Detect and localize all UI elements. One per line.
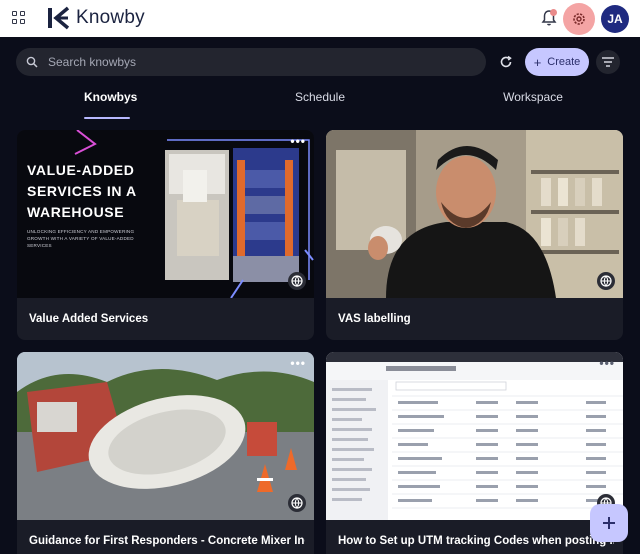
settings-button[interactable] bbox=[563, 3, 595, 35]
knowby-card[interactable]: VALUE-ADDED SERVICES IN A WAREHOUSE UNLO… bbox=[17, 130, 314, 340]
card-title: Guidance for First Responders - Concrete… bbox=[29, 535, 305, 547]
app-logo[interactable]: Knowby bbox=[46, 6, 145, 30]
thumbnail-subtitle: UNLOCKING EFFICIENCY AND EMPOWERING GROW… bbox=[27, 229, 135, 248]
more-icon[interactable]: ••• bbox=[599, 356, 615, 370]
thumbnail-graphic bbox=[326, 352, 623, 520]
card-title: Value Added Services bbox=[29, 313, 149, 325]
more-icon[interactable]: ••• bbox=[290, 356, 306, 370]
active-tab-indicator bbox=[84, 117, 130, 119]
create-label: Create bbox=[547, 56, 581, 68]
tab-workspace[interactable]: Workspace bbox=[500, 90, 566, 104]
filter-button[interactable] bbox=[596, 50, 620, 74]
knowby-card[interactable]: ••• Guidance for First Responders - Conc… bbox=[17, 352, 314, 554]
tab-schedule[interactable]: Schedule bbox=[290, 90, 350, 104]
avatar[interactable]: JA bbox=[601, 5, 629, 33]
knowby-card[interactable]: VAS labelling bbox=[326, 130, 623, 340]
card-thumbnail: VALUE-ADDED SERVICES IN A WAREHOUSE UNLO… bbox=[17, 130, 314, 298]
globe-icon bbox=[288, 494, 306, 512]
refresh-button[interactable] bbox=[494, 50, 518, 74]
knowby-card[interactable]: ••• How to Set up UTM tracking Codes whe… bbox=[326, 352, 623, 554]
plus-icon bbox=[603, 517, 615, 529]
search-bar[interactable] bbox=[16, 48, 486, 76]
card-title: How to Set up UTM tracking Codes when po… bbox=[338, 535, 614, 547]
card-thumbnail bbox=[326, 130, 623, 298]
tab-bar: Knowbys Schedule Workspace bbox=[0, 82, 640, 119]
card-title: VAS labelling bbox=[338, 313, 411, 325]
globe-icon bbox=[597, 272, 615, 290]
card-thumbnail bbox=[326, 352, 623, 520]
thumbnail-graphic bbox=[17, 352, 314, 520]
filter-icon bbox=[602, 57, 614, 67]
more-icon[interactable]: ••• bbox=[290, 134, 306, 148]
apps-grid-icon[interactable] bbox=[12, 11, 26, 25]
tab-knowbys[interactable]: Knowbys bbox=[84, 90, 137, 104]
search-input[interactable] bbox=[48, 55, 468, 69]
globe-icon bbox=[288, 272, 306, 290]
thumbnail-heading: VALUE-ADDED SERVICES IN A WAREHOUSE bbox=[27, 162, 137, 220]
search-icon bbox=[26, 56, 38, 68]
gear-icon bbox=[573, 13, 585, 25]
refresh-icon bbox=[500, 55, 512, 68]
card-thumbnail bbox=[17, 352, 314, 520]
app-name: Knowby bbox=[76, 7, 145, 28]
knowby-logo-icon bbox=[48, 6, 70, 30]
top-bar: Knowby JA bbox=[0, 0, 640, 37]
create-button[interactable]: + Create bbox=[525, 48, 589, 76]
thumbnail-graphic bbox=[326, 130, 623, 298]
add-knowby-button[interactable] bbox=[590, 504, 628, 542]
plus-icon: + bbox=[533, 54, 542, 70]
notification-badge bbox=[550, 9, 557, 16]
